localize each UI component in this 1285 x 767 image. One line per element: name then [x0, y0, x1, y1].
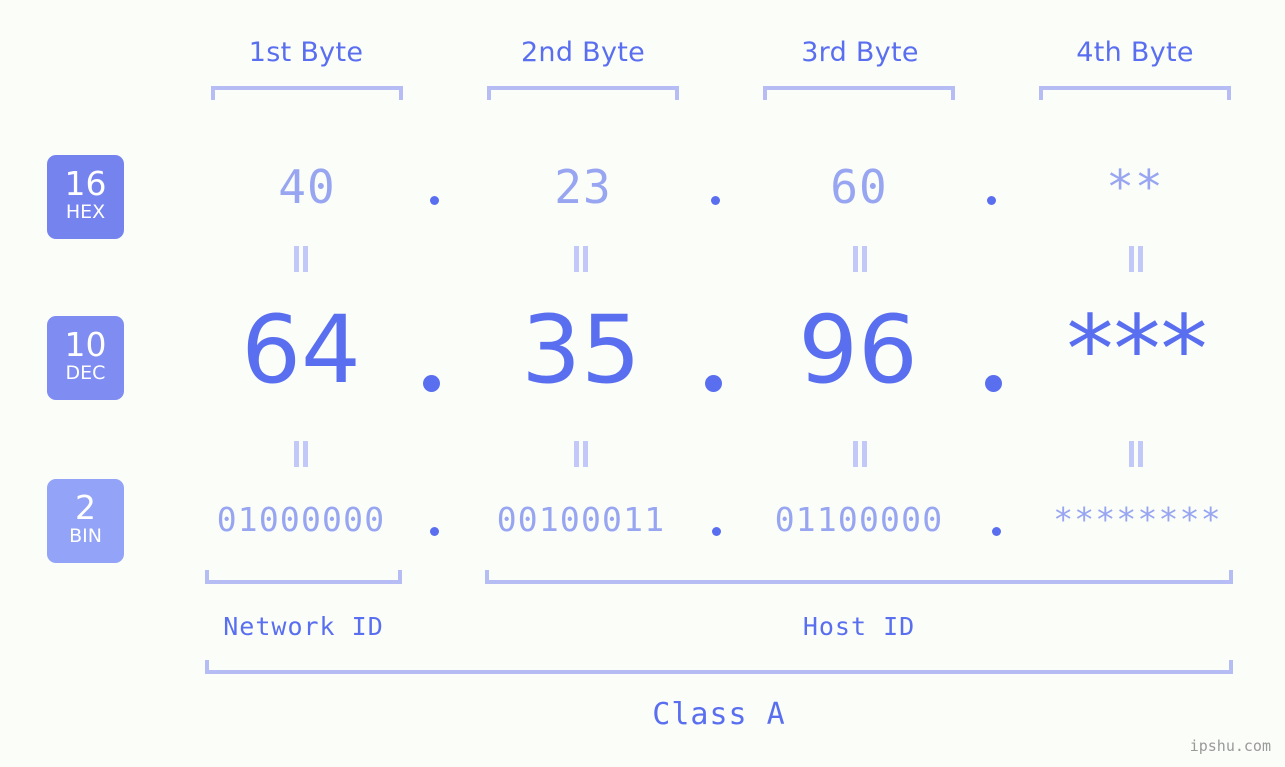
hex-dot-1 — [430, 196, 439, 205]
equals-hex-dec-3 — [850, 246, 870, 272]
bin-byte-3: 01100000 — [774, 500, 944, 539]
network-id-bracket — [205, 570, 402, 584]
equals-hex-dec-4 — [1126, 246, 1146, 272]
byte-bracket-3 — [763, 86, 955, 100]
dec-dot-1 — [423, 375, 440, 392]
equals-dec-bin-1 — [291, 441, 311, 467]
hex-byte-1: 40 — [278, 160, 336, 214]
dec-byte-3: 96 — [798, 296, 918, 405]
byte-header-1: 1st Byte — [248, 37, 364, 68]
base-badge-hex-abbr: HEX — [65, 201, 106, 223]
base-badge-bin-number: 2 — [75, 488, 96, 527]
dec-byte-4: *** — [1066, 296, 1208, 405]
bin-dot-3 — [992, 527, 1001, 536]
equals-dec-bin-2 — [571, 441, 591, 467]
base-badge-hex-number: 16 — [64, 164, 107, 203]
byte-bracket-4 — [1039, 86, 1231, 100]
equals-hex-dec-1 — [291, 246, 311, 272]
dec-byte-1: 64 — [241, 296, 361, 405]
bin-dot-1 — [430, 527, 439, 536]
network-id-label: Network ID — [223, 612, 384, 641]
hex-dot-3 — [987, 196, 996, 205]
dec-dot-2 — [705, 375, 722, 392]
byte-header-4: 4th Byte — [1076, 37, 1194, 68]
equals-dec-bin-3 — [850, 441, 870, 467]
site-watermark: ipshu.com — [1189, 737, 1271, 755]
ip-breakdown-diagram: 1st Byte 2nd Byte 3rd Byte 4th Byte 16 H… — [0, 0, 1285, 767]
dec-dot-3 — [985, 375, 1002, 392]
bin-dot-2 — [712, 527, 721, 536]
hex-byte-2: 23 — [554, 160, 612, 214]
dec-byte-2: 35 — [521, 296, 641, 405]
class-label: Class A — [652, 697, 786, 732]
byte-header-2: 2nd Byte — [520, 37, 646, 68]
hex-byte-3: 60 — [830, 160, 888, 214]
hex-byte-4: ** — [1106, 160, 1164, 214]
host-id-label: Host ID — [802, 612, 916, 641]
base-badge-hex: 16 HEX — [47, 155, 124, 239]
hex-dot-2 — [711, 196, 720, 205]
byte-bracket-2 — [487, 86, 679, 100]
host-id-bracket — [485, 570, 1233, 584]
equals-hex-dec-2 — [571, 246, 591, 272]
bin-byte-2: 00100011 — [496, 500, 666, 539]
class-bracket — [205, 660, 1233, 674]
equals-dec-bin-4 — [1126, 441, 1146, 467]
base-badge-dec-abbr: DEC — [65, 362, 106, 384]
bin-byte-1: 01000000 — [216, 500, 386, 539]
base-badge-dec: 10 DEC — [47, 316, 124, 400]
bin-byte-4: ******** — [1053, 500, 1222, 539]
base-badge-dec-number: 10 — [64, 325, 107, 364]
base-badge-bin: 2 BIN — [47, 479, 124, 563]
byte-bracket-1 — [211, 86, 403, 100]
byte-header-3: 3rd Byte — [801, 37, 919, 68]
base-badge-bin-abbr: BIN — [69, 525, 102, 547]
